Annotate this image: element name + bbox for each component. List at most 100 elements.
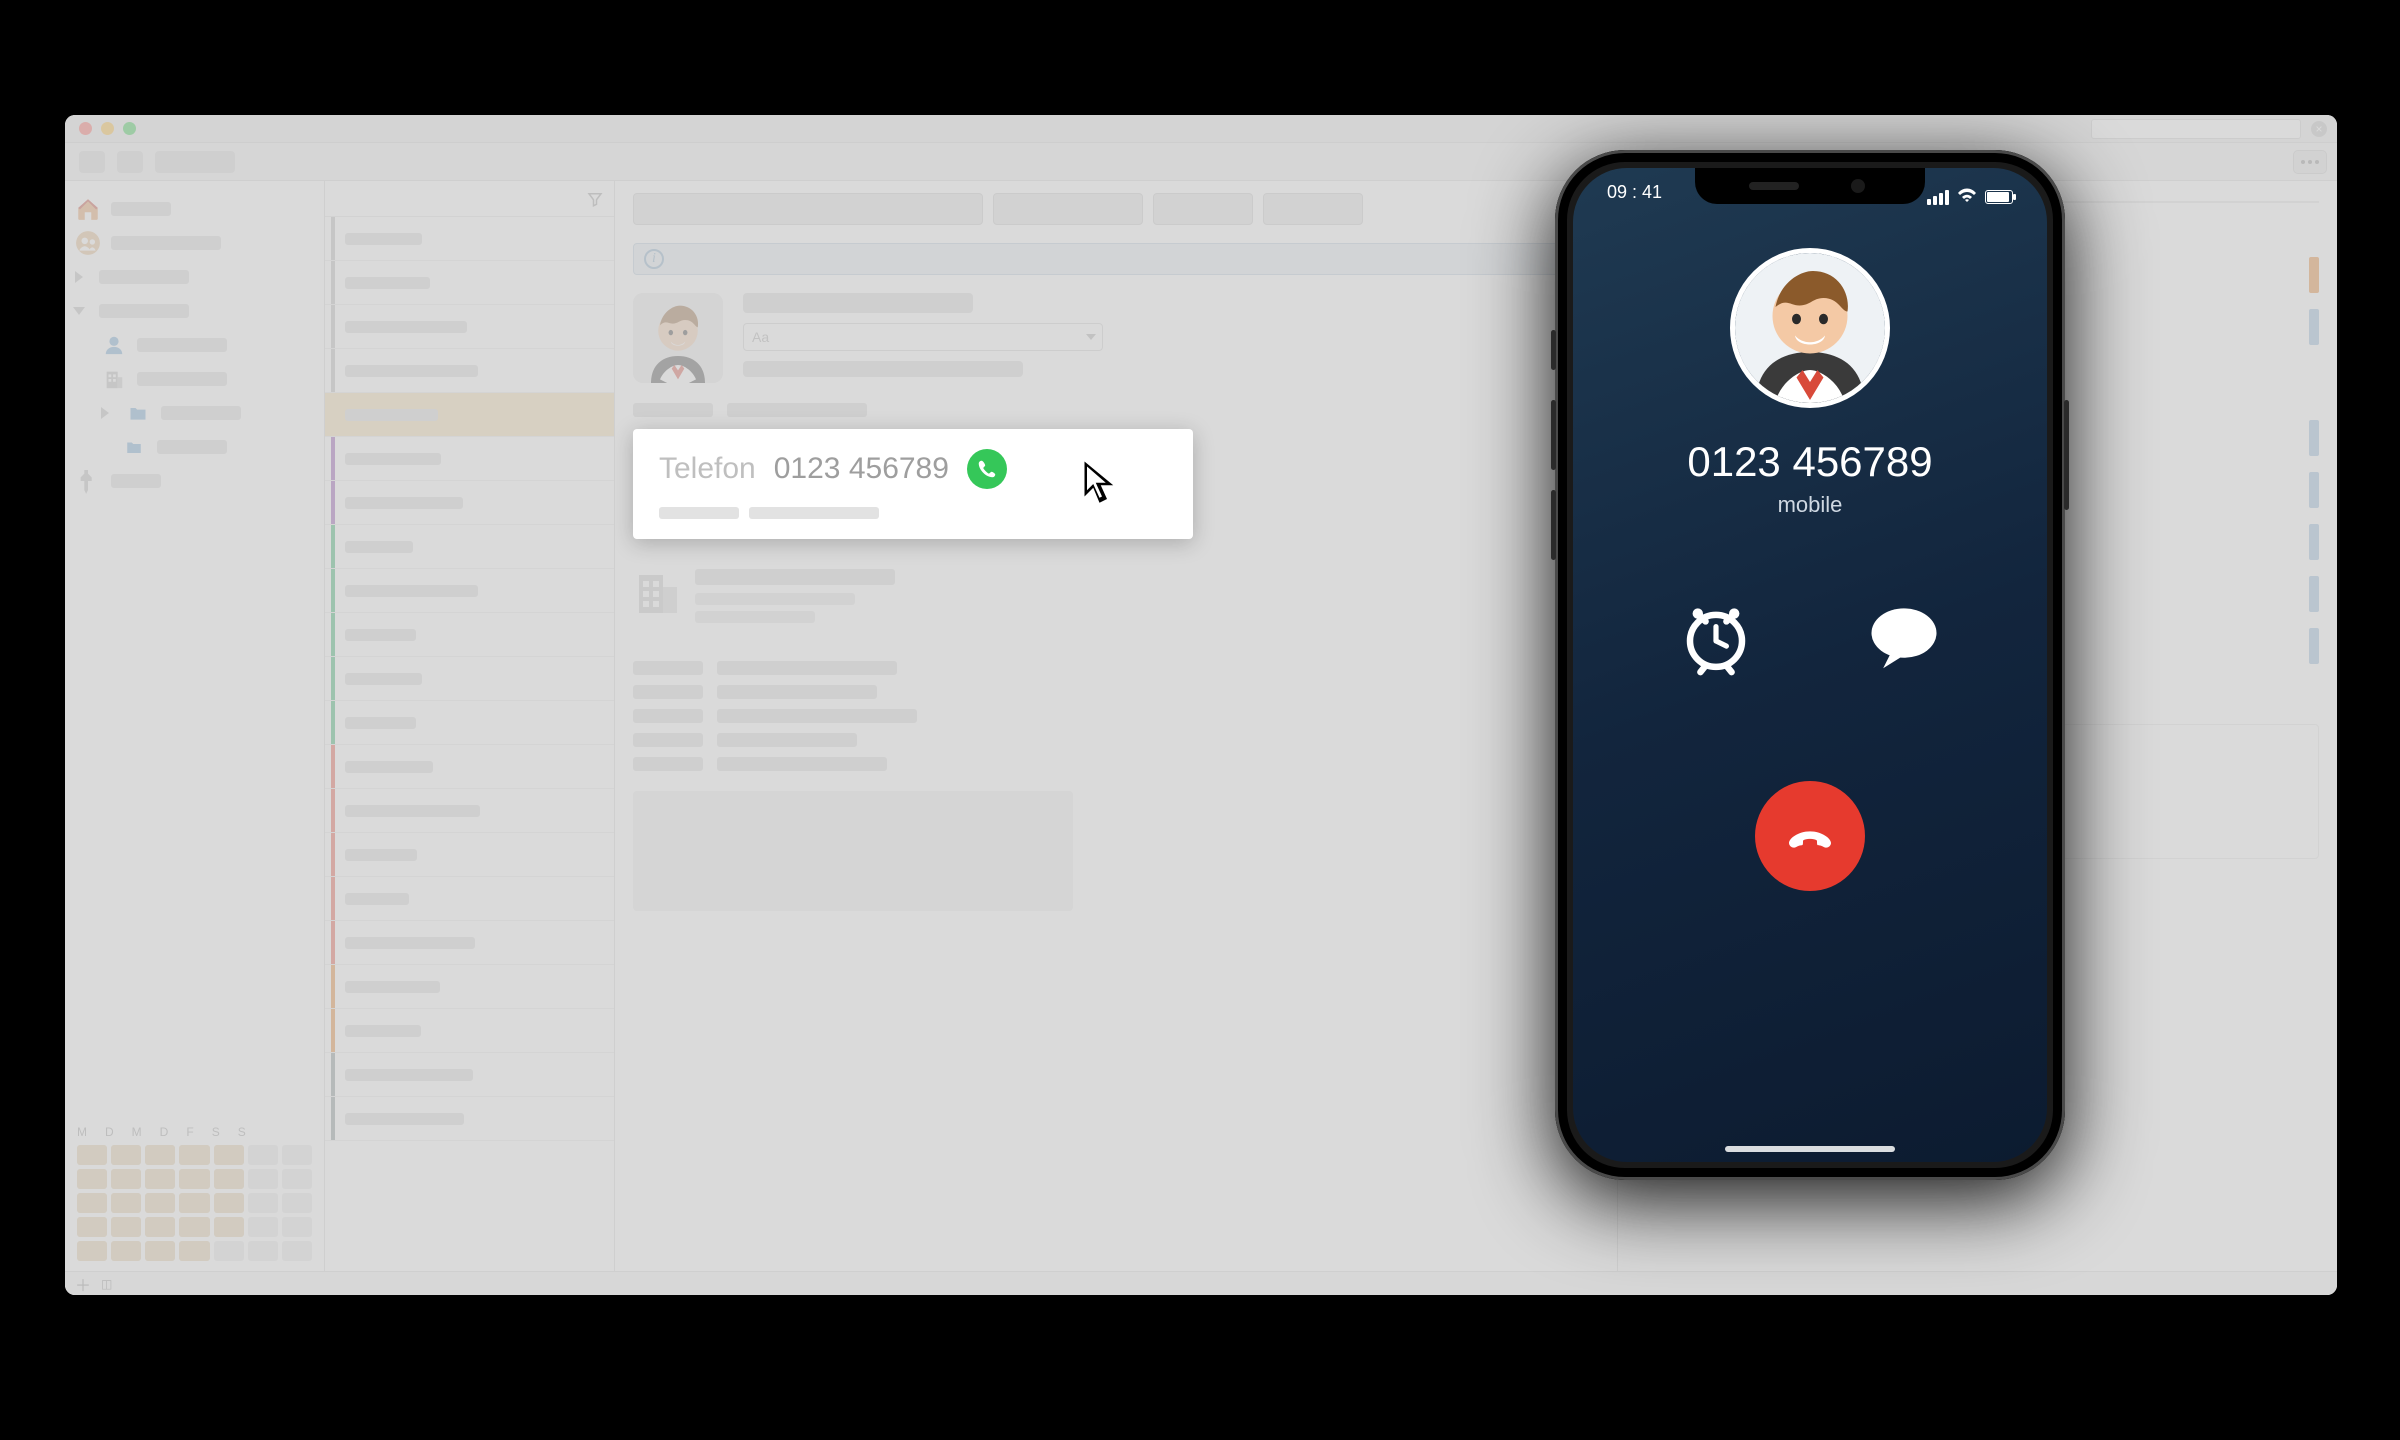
contact-avatar	[633, 293, 723, 383]
decline-call-button[interactable]	[1755, 781, 1865, 891]
add-button[interactable]: ＋	[75, 1272, 91, 1296]
overflow-menu-button[interactable]	[2293, 150, 2327, 174]
list-item[interactable]	[325, 525, 614, 569]
folder-icon	[121, 434, 147, 460]
calendar-day[interactable]	[111, 1241, 141, 1261]
calendar-day[interactable]	[179, 1217, 209, 1237]
calendar-day[interactable]	[111, 1193, 141, 1213]
sidebar-group-1[interactable]	[75, 263, 314, 291]
sidebar-item-company[interactable]	[75, 365, 314, 393]
calendar-day[interactable]	[111, 1217, 141, 1237]
calendar-day[interactable]	[282, 1193, 312, 1213]
sidebar-item-home[interactable]	[75, 195, 314, 223]
phone-time: 09 : 41	[1607, 182, 1662, 212]
house-icon	[75, 196, 101, 222]
calendar-day[interactable]	[214, 1241, 244, 1261]
call-button[interactable]	[967, 449, 1007, 489]
detail-block-placeholder	[633, 791, 1073, 911]
message-button[interactable]	[1865, 598, 1943, 681]
people-icon	[75, 230, 101, 256]
remind-me-button[interactable]	[1677, 598, 1755, 681]
calendar-day[interactable]	[145, 1241, 175, 1261]
titlebar: ×	[65, 115, 2337, 143]
calendar-day[interactable]	[248, 1169, 278, 1189]
calendar-day[interactable]	[282, 1169, 312, 1189]
calendar-day[interactable]	[145, 1169, 175, 1189]
list-item[interactable]	[325, 613, 614, 657]
segment-3[interactable]	[1153, 193, 1253, 225]
calendar-day[interactable]	[145, 1145, 175, 1165]
calendar-day[interactable]	[77, 1145, 107, 1165]
list-item[interactable]	[325, 877, 614, 921]
list-item[interactable]	[325, 349, 614, 393]
list-item[interactable]	[325, 701, 614, 745]
calendar-day[interactable]	[77, 1169, 107, 1189]
calendar-day[interactable]	[111, 1169, 141, 1189]
calendar-day[interactable]	[282, 1241, 312, 1261]
grid-view-button[interactable]: ◫	[101, 1277, 112, 1291]
calendar-weekdays: MDMDFSS	[77, 1125, 312, 1139]
list-item[interactable]	[325, 1097, 614, 1141]
window-close-button[interactable]	[79, 122, 92, 135]
calendar-day[interactable]	[248, 1241, 278, 1261]
person-icon	[101, 332, 127, 358]
sidebar-item-contacts[interactable]	[75, 229, 314, 257]
list-item[interactable]	[325, 921, 614, 965]
calendar-day[interactable]	[248, 1217, 278, 1237]
wifi-icon	[1957, 187, 1977, 208]
home-indicator[interactable]	[1725, 1146, 1895, 1152]
search-clear-button[interactable]: ×	[2311, 121, 2327, 137]
list-item[interactable]	[325, 569, 614, 613]
calendar-day[interactable]	[282, 1145, 312, 1165]
segment-1[interactable]	[633, 193, 983, 225]
calendar-day[interactable]	[179, 1193, 209, 1213]
calendar-day[interactable]	[248, 1193, 278, 1213]
list-item[interactable]	[325, 393, 614, 437]
calendar-day[interactable]	[145, 1217, 175, 1237]
calendar-day[interactable]	[145, 1193, 175, 1213]
list-item[interactable]	[325, 437, 614, 481]
mini-calendar[interactable]: MDMDFSS	[65, 1115, 324, 1271]
calendar-day[interactable]	[77, 1217, 107, 1237]
list-item[interactable]	[325, 1009, 614, 1053]
segment-4[interactable]	[1263, 193, 1363, 225]
sidebar-item-folder[interactable]	[75, 399, 314, 427]
segment-2[interactable]	[993, 193, 1143, 225]
calendar-day[interactable]	[214, 1217, 244, 1237]
sidebar-group-2[interactable]	[75, 297, 314, 325]
search-input[interactable]	[2091, 119, 2301, 139]
window-minimize-button[interactable]	[101, 122, 114, 135]
list-item[interactable]	[325, 965, 614, 1009]
calendar-day[interactable]	[179, 1169, 209, 1189]
list-item[interactable]	[325, 745, 614, 789]
calendar-day[interactable]	[179, 1241, 209, 1261]
window-zoom-button[interactable]	[123, 122, 136, 135]
phone-label: Telefon	[659, 452, 756, 486]
calendar-day[interactable]	[214, 1193, 244, 1213]
contact-field-input[interactable]: Aa	[743, 323, 1103, 351]
list-item[interactable]	[325, 481, 614, 525]
sidebar-item-subfolder[interactable]	[75, 433, 314, 461]
contact-name-placeholder	[743, 293, 973, 313]
calendar-day[interactable]	[214, 1145, 244, 1165]
calendar-day[interactable]	[214, 1169, 244, 1189]
building-icon	[101, 366, 127, 392]
list-item[interactable]	[325, 217, 614, 261]
calendar-day[interactable]	[111, 1145, 141, 1165]
calendar-day[interactable]	[248, 1145, 278, 1165]
calendar-day[interactable]	[179, 1145, 209, 1165]
info-icon: i	[644, 249, 664, 269]
sidebar-item-person[interactable]	[75, 331, 314, 359]
list-item[interactable]	[325, 789, 614, 833]
calendar-day[interactable]	[282, 1217, 312, 1237]
filter-icon[interactable]	[586, 190, 604, 208]
calendar-day[interactable]	[77, 1241, 107, 1261]
list-item[interactable]	[325, 305, 614, 349]
list-item[interactable]	[325, 261, 614, 305]
sidebar-item-pipeline[interactable]	[75, 467, 314, 495]
list-item[interactable]	[325, 657, 614, 701]
list-item[interactable]	[325, 833, 614, 877]
sidebar: MDMDFSS	[65, 181, 325, 1271]
calendar-day[interactable]	[77, 1193, 107, 1213]
list-item[interactable]	[325, 1053, 614, 1097]
